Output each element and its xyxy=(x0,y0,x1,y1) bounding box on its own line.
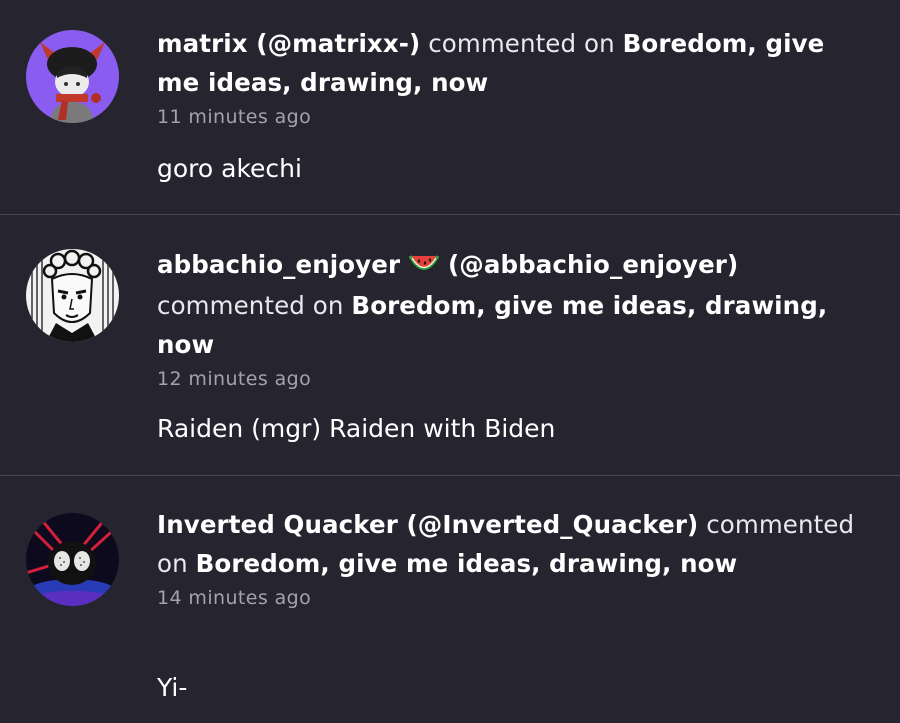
action-verb: commented on xyxy=(428,29,615,58)
timestamp: 14 minutes ago xyxy=(157,587,312,609)
action-verb: commented on xyxy=(157,291,344,320)
masked-character-avatar xyxy=(26,513,119,606)
manga-character-avatar xyxy=(26,249,119,342)
timestamp: 12 minutes ago xyxy=(157,368,312,390)
horned-character-avatar xyxy=(26,30,119,123)
author-handle[interactable]: (@abbachio_enjoyer) xyxy=(448,250,738,279)
notification-headline: abbachio_enjoyer (@abbachio_enjoyer) com… xyxy=(157,245,860,364)
avatar[interactable] xyxy=(26,249,119,342)
notification-headline: Inverted Quacker (@Inverted_Quacker) com… xyxy=(157,505,860,583)
timestamp: 11 minutes ago xyxy=(157,106,312,128)
avatar[interactable] xyxy=(26,513,119,606)
comment-notification[interactable]: abbachio_enjoyer (@abbachio_enjoyer) com… xyxy=(0,215,900,476)
post-title-link[interactable]: Boredom, give me ideas, drawing, now xyxy=(196,549,738,578)
author-name[interactable]: matrix (@matrixx-) xyxy=(157,29,420,58)
comment-text: Raiden (mgr) Raiden with Biden xyxy=(157,414,556,443)
comment-notification[interactable]: matrix (@matrixx-) commented on Boredom,… xyxy=(0,0,900,215)
watermelon-icon xyxy=(408,247,440,286)
notification-headline: matrix (@matrixx-) commented on Boredom,… xyxy=(157,24,860,102)
activity-feed: matrix (@matrixx-) commented on Boredom,… xyxy=(0,0,900,723)
avatar[interactable] xyxy=(26,30,119,123)
author-name[interactable]: Inverted Quacker (@Inverted_Quacker) xyxy=(157,510,698,539)
author-name[interactable]: abbachio_enjoyer xyxy=(157,250,400,279)
comment-notification[interactable]: Inverted Quacker (@Inverted_Quacker) com… xyxy=(0,476,900,723)
comment-text: Yi- xyxy=(157,673,188,702)
comment-text: goro akechi xyxy=(157,154,302,183)
